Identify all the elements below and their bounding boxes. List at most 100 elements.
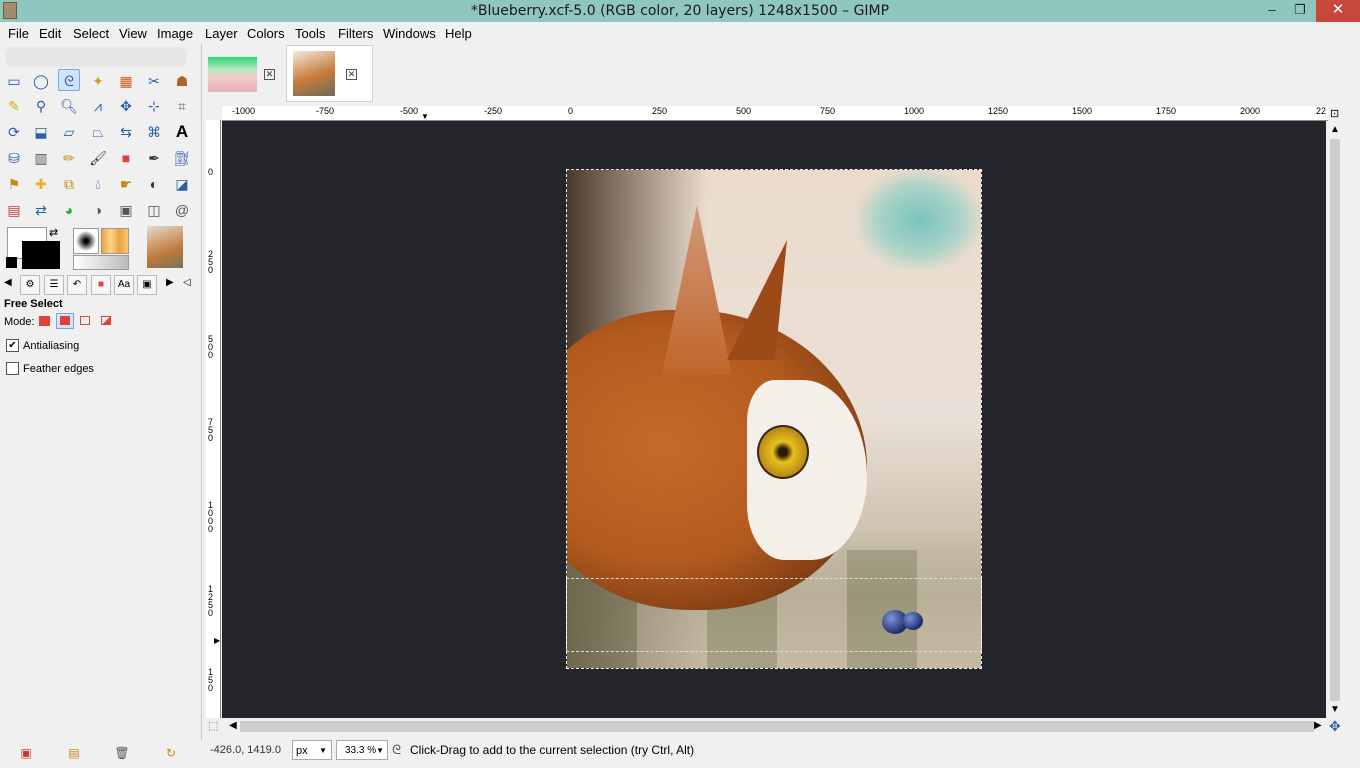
ink-icon[interactable]: ⛽︎ (171, 147, 193, 169)
fuzzy-select-icon[interactable]: ✦ (87, 70, 109, 92)
background-color-swatch[interactable] (22, 241, 60, 269)
images-tab-icon[interactable]: ■ (91, 275, 111, 295)
document-history-tab-icon[interactable]: ▣ (137, 275, 157, 295)
eraser-icon[interactable]: ■ (115, 147, 137, 169)
airbrush-icon[interactable]: ✒ (143, 147, 165, 169)
menu-file[interactable]: File (8, 26, 29, 41)
scale-icon[interactable]: ⬓ (30, 121, 52, 143)
image-tab-2-close-icon[interactable]: ✕ (346, 69, 357, 80)
paintbrush-icon[interactable]: 🖌︎ (87, 147, 109, 169)
menu-colors[interactable]: Colors (247, 26, 285, 41)
brightness-contrast-icon[interactable]: ◫ (143, 199, 165, 221)
dodge-burn-icon[interactable]: ◐ (143, 173, 165, 195)
rect-select-icon[interactable]: ▭ (3, 70, 25, 92)
ruler-corner-icon[interactable] (206, 106, 220, 120)
rotate-icon[interactable]: ⟳ (3, 121, 25, 143)
scroll-down-icon[interactable]: ▼ (1330, 704, 1340, 715)
free-select-icon[interactable]: ᘓ (58, 69, 80, 91)
blur-icon[interactable]: 💧︎ (87, 173, 109, 195)
shear-icon[interactable]: ▱ (58, 121, 80, 143)
quick-mask-toggle-icon[interactable]: ⬚ (208, 719, 218, 732)
vertical-ruler[interactable]: 0 2 5 0 5 0 0 7 5 0 1 0 0 0 1 2 5 0 1 5 … (206, 120, 221, 718)
minimize-button[interactable]: – (1258, 0, 1286, 22)
warp-icon[interactable]: @ (171, 199, 193, 221)
menu-edit[interactable]: Edit (39, 26, 61, 41)
gradient-preview[interactable] (73, 255, 129, 270)
pencil-icon[interactable]: ✏ (58, 147, 80, 169)
color-picker-icon[interactable]: ⚲ (30, 95, 52, 117)
perspective-icon[interactable]: ⏢ (87, 121, 109, 143)
menu-help[interactable]: Help (445, 26, 472, 41)
antialiasing-checkbox[interactable]: ✔ (6, 339, 19, 352)
tab-scroll-right-icon[interactable]: ▶ (166, 277, 174, 288)
scroll-up-icon[interactable]: ▲ (1330, 124, 1340, 135)
scroll-left-icon[interactable]: ◀ (229, 720, 237, 731)
brush-preview[interactable] (73, 228, 99, 254)
image-tab-1-thumbnail[interactable] (208, 57, 257, 92)
hue-saturation-icon[interactable]: ◑ (87, 199, 109, 221)
cage-transform-icon[interactable]: ⌘ (143, 121, 165, 143)
unit-select[interactable]: px ▼ (292, 740, 332, 760)
smudge-icon[interactable]: ☛ (115, 173, 137, 195)
close-button[interactable]: ✕ (1316, 0, 1360, 22)
heal-icon[interactable]: ✚ (30, 173, 52, 195)
threshold-icon[interactable]: ▣ (115, 199, 137, 221)
undo-history-tab-icon[interactable]: ↶ (67, 275, 87, 295)
crop-icon[interactable]: ⌗ (171, 95, 193, 117)
menu-select[interactable]: Select (73, 26, 109, 41)
zoom-select[interactable]: 33.3 % ▼ (336, 740, 388, 760)
tool-options-tab-icon[interactable]: ⚙ (20, 275, 40, 295)
image-tab-2-thumbnail[interactable] (293, 51, 335, 96)
blend-icon[interactable]: ▥ (30, 147, 52, 169)
color-balance-icon[interactable]: ◕ (58, 199, 80, 221)
menu-tools[interactable]: Tools (295, 26, 325, 41)
levels-icon[interactable]: ▤ (3, 199, 25, 221)
menu-filters[interactable]: Filters (338, 26, 373, 41)
pattern-preview[interactable] (101, 228, 129, 254)
scroll-right-icon[interactable]: ▶ (1314, 720, 1322, 731)
mode-replace-icon[interactable] (36, 313, 54, 329)
paths-icon[interactable]: ✎ (3, 95, 25, 117)
perspective-clone-icon[interactable]: ⧉ (58, 173, 80, 195)
clone-icon[interactable]: ⚑ (3, 173, 25, 195)
swap-colors-icon[interactable]: ⇄ (49, 226, 58, 239)
delete-tool-preset-icon[interactable]: 🗑︎ (114, 746, 130, 762)
measure-icon[interactable]: ⩘ (87, 95, 109, 117)
reset-tool-options-icon[interactable]: ↻ (163, 746, 179, 762)
active-image-thumbnail[interactable] (147, 226, 183, 268)
device-status-tab-icon[interactable]: ☰ (44, 275, 64, 295)
foreground-select-icon[interactable]: ☗ (171, 70, 193, 92)
image-tab-1-close-icon[interactable]: ✕ (264, 69, 275, 80)
tab-scroll-left-icon[interactable]: ◀ (4, 277, 12, 288)
ellipse-select-icon[interactable]: ◯ (30, 70, 52, 92)
save-tool-preset-icon[interactable]: ▣ (18, 746, 34, 762)
zoom-image-icon[interactable]: ⊡ (1330, 107, 1339, 120)
menu-image[interactable]: Image (157, 26, 193, 41)
navigate-icon[interactable]: ✥ (1329, 718, 1341, 735)
menu-view[interactable]: View (119, 26, 147, 41)
mode-add-icon[interactable] (56, 313, 74, 329)
bucket-fill-icon[interactable]: ⛁ (3, 147, 25, 169)
restore-button[interactable]: ❐ (1286, 0, 1314, 22)
fonts-tab-icon[interactable]: Aa (114, 275, 134, 295)
align-icon[interactable]: ⊹ (143, 95, 165, 117)
curves-icon[interactable]: ⇄ (30, 199, 52, 221)
restore-tool-preset-icon[interactable]: ▤ (66, 746, 82, 762)
vertical-scrollbar-thumb[interactable] (1330, 139, 1340, 701)
mode-intersect-icon[interactable] (98, 313, 116, 329)
menu-layer[interactable]: Layer (205, 26, 238, 41)
tab-menu-icon[interactable]: ◁ (183, 277, 191, 288)
reset-colors-icon[interactable] (6, 257, 17, 268)
desaturate-icon[interactable]: ◪ (171, 173, 193, 195)
scissors-icon[interactable]: ✂ (143, 70, 165, 92)
horizontal-ruler[interactable]: -1000 -750 -500 -250 0 250 500 750 1000 … (222, 106, 1328, 121)
zoom-icon[interactable]: 🔍︎ (58, 95, 80, 117)
mode-subtract-icon[interactable] (77, 313, 95, 329)
text-tool-icon[interactable]: A (171, 121, 193, 143)
menu-windows[interactable]: Windows (383, 26, 436, 41)
flip-icon[interactable]: ⇆ (115, 121, 137, 143)
move-icon[interactable]: ✥ (115, 95, 137, 117)
select-by-color-icon[interactable]: ▦ (115, 70, 137, 92)
feather-edges-checkbox[interactable] (6, 362, 19, 375)
horizontal-scrollbar-thumb[interactable] (240, 721, 1314, 732)
